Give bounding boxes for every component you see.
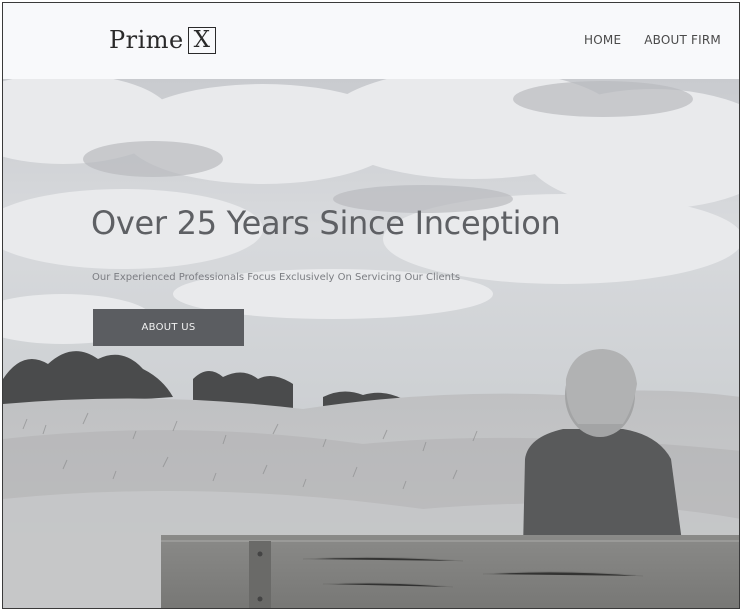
hero-headline: Over 25 Years Since Inception	[91, 204, 561, 242]
hero-subheadline: Our Experienced Professionals Focus Excl…	[92, 272, 461, 283]
nav-home-link[interactable]: HOME	[584, 33, 621, 47]
browser-frame: Prime X HOME ABOUT FIRM Over 25 Years Si…	[2, 2, 740, 609]
main-nav: HOME ABOUT FIRM	[584, 33, 721, 47]
brand-logo[interactable]: Prime X	[109, 25, 216, 55]
hero-section: Over 25 Years Since Inception Our Experi…	[3, 79, 739, 608]
brand-name: Prime	[109, 26, 184, 54]
wooden-bench	[161, 535, 739, 608]
brand-mark: X	[187, 26, 216, 54]
site-header: Prime X HOME ABOUT FIRM	[3, 3, 739, 79]
nav-about-firm-link[interactable]: ABOUT FIRM	[644, 33, 721, 47]
about-us-button[interactable]: ABOUT US	[93, 309, 244, 346]
